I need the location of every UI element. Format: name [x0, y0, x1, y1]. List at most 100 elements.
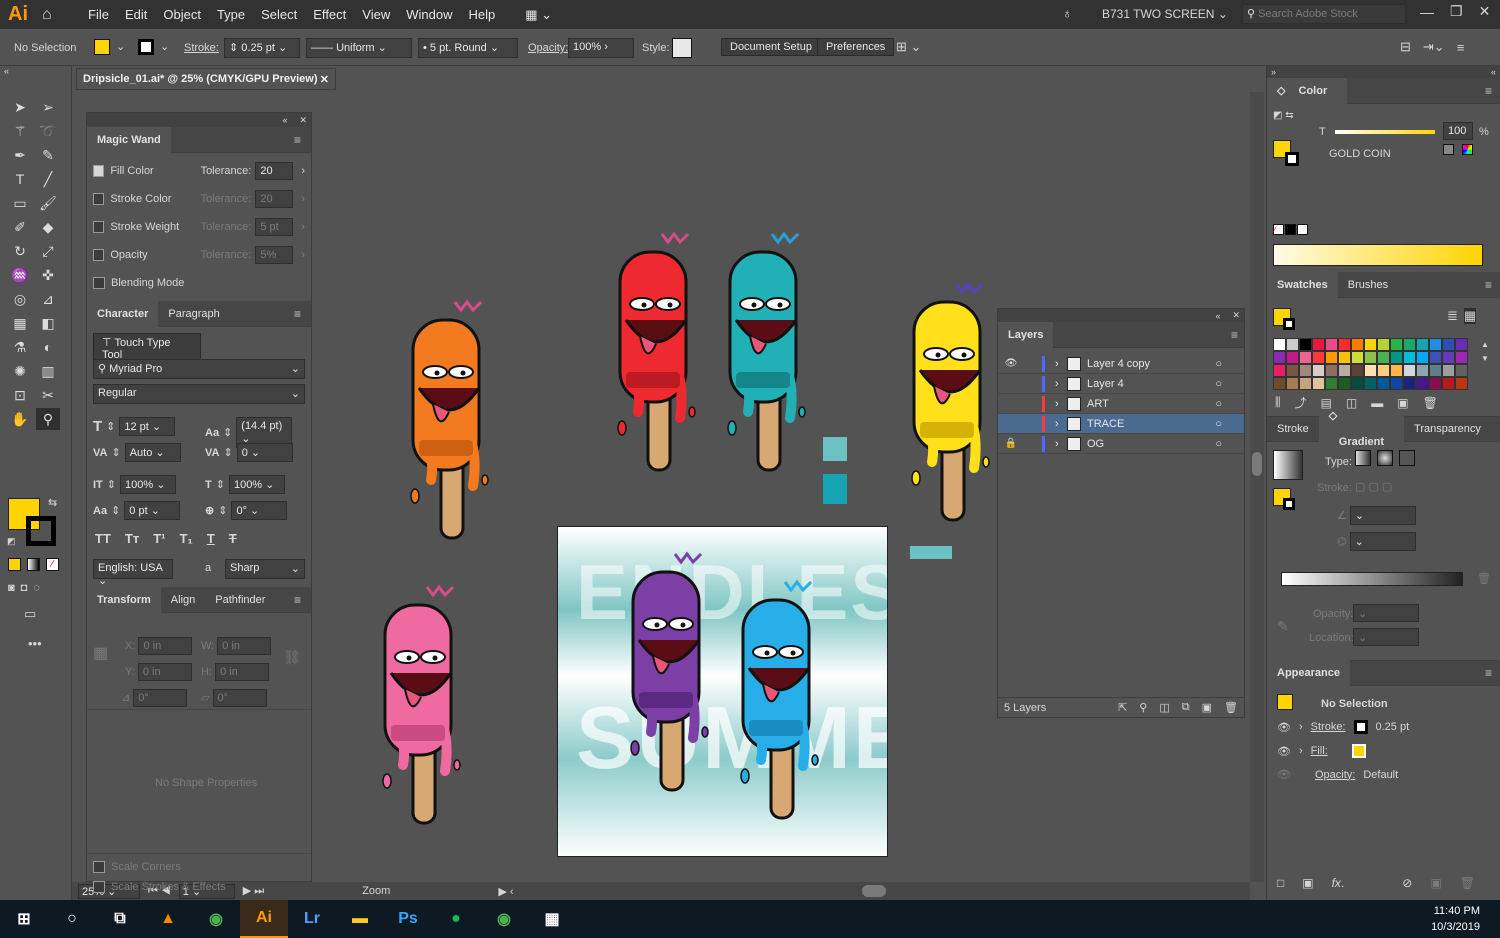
direct-selection-tool-icon[interactable]: ➢ — [36, 96, 60, 118]
swatch[interactable] — [1455, 351, 1468, 364]
swatch[interactable] — [1429, 364, 1442, 377]
swatch[interactable] — [1351, 351, 1364, 364]
chevron-right-icon[interactable]: › — [301, 249, 305, 261]
menu-object[interactable]: Object — [163, 7, 201, 22]
panel-menu-icon[interactable]: ≡ — [1457, 40, 1465, 55]
swatch[interactable] — [1299, 338, 1312, 351]
swatch[interactable] — [1273, 351, 1286, 364]
font-family-select[interactable]: ⚲ Myriad Pro ⌄ — [93, 359, 305, 379]
shape-builder-tool-icon[interactable]: ◎ — [8, 288, 32, 310]
tab-pathfinder[interactable]: Pathfinder — [205, 587, 275, 613]
layer-name[interactable]: Layer 4 — [1087, 378, 1197, 390]
font-size-field[interactable]: T ⇕ 12 pt ⌄ — [93, 417, 176, 436]
none-mode-icon[interactable]: ⁄ — [46, 558, 59, 571]
lasso-tool-icon[interactable]: ➰ — [36, 120, 60, 142]
gradient-stroke-options[interactable]: ▢ ▢ ▢ — [1355, 480, 1392, 493]
swatch[interactable] — [1312, 338, 1325, 351]
tab-transparency[interactable]: Transparency — [1404, 416, 1491, 442]
swatch[interactable] — [1455, 377, 1468, 390]
eraser-tool-icon[interactable]: ◆ — [36, 216, 60, 238]
distribute-icon[interactable]: ⇥⌄ — [1423, 39, 1445, 55]
rotate-field[interactable]: ⊿ 0° — [121, 689, 188, 707]
horizontal-scroll-thumb[interactable] — [861, 885, 886, 897]
baseline-shift-field[interactable]: Aa ⇕ 0 pt ⌄ — [93, 501, 181, 520]
close-icon[interactable]: ✕ — [320, 73, 329, 86]
linear-gradient-icon[interactable] — [1355, 450, 1371, 466]
black-swatch[interactable] — [1285, 224, 1296, 235]
swatch[interactable] — [1299, 377, 1312, 390]
preferences-button[interactable]: Preferences — [817, 38, 895, 56]
maximize-icon[interactable]: ❐ — [1450, 3, 1463, 20]
stroke-label[interactable]: Stroke: — [184, 42, 219, 54]
panel-menu-icon[interactable]: ≡ — [1491, 416, 1500, 442]
close-icon[interactable]: ✕ — [1232, 310, 1240, 321]
draw-behind-icon[interactable]: ◘ — [21, 582, 28, 594]
swatch[interactable] — [1351, 338, 1364, 351]
swatch[interactable] — [1286, 377, 1299, 390]
default-colors-icon[interactable]: ◩ — [7, 536, 16, 547]
pen-tool-icon[interactable]: ✒ — [8, 144, 32, 166]
chevron-right-icon[interactable]: › — [301, 165, 305, 177]
add-stroke-icon[interactable]: □ — [1277, 876, 1284, 890]
tab-align[interactable]: Align — [161, 587, 205, 613]
lightroom-icon[interactable]: Lr — [288, 900, 336, 938]
delete-stop-icon[interactable]: 🗑 — [1477, 572, 1491, 585]
gradient-slider[interactable] — [1281, 572, 1463, 586]
menu-effect[interactable]: Effect — [313, 7, 346, 22]
swatch[interactable] — [1377, 351, 1390, 364]
freeform-gradient-icon[interactable] — [1399, 450, 1415, 466]
stroke-attr-label[interactable]: Stroke: — [1311, 721, 1346, 733]
swatch[interactable] — [1442, 351, 1455, 364]
tolerance-field[interactable]: 20 — [255, 190, 294, 208]
swatch[interactable] — [1364, 364, 1377, 377]
stroke-color-box[interactable] — [1283, 318, 1295, 330]
tab-paragraph[interactable]: Paragraph — [158, 301, 229, 327]
collapse-icon[interactable]: « — [1215, 311, 1220, 321]
swatch[interactable] — [1416, 338, 1429, 351]
opacity-label[interactable]: Opacity: — [528, 42, 568, 54]
task-view-icon[interactable]: ⧉ — [96, 900, 144, 938]
add-effect-icon[interactable]: fx. — [1332, 876, 1345, 890]
rectangle-tool-icon[interactable]: ▭ — [8, 192, 32, 214]
layer-name[interactable]: TRACE — [1087, 418, 1197, 430]
line-tool-icon[interactable]: ╱ — [36, 168, 60, 190]
scale-tool-icon[interactable]: ⤢ — [36, 240, 60, 262]
delete-icon[interactable]: 🗑 — [1460, 876, 1475, 890]
color-title[interactable]: ◇ Color — [1267, 77, 1348, 104]
appearance-fill-row[interactable]: 👁 › Fill: — [1277, 744, 1487, 758]
swatch[interactable] — [1403, 338, 1416, 351]
mesh-tool-icon[interactable]: ▦ — [8, 312, 32, 334]
tolerance-field[interactable]: 5 pt — [255, 218, 294, 236]
swatch[interactable] — [1325, 364, 1338, 377]
target-icon[interactable]: ○ — [1215, 398, 1222, 410]
expand-icon[interactable]: « — [1491, 67, 1496, 77]
swatch[interactable] — [1364, 377, 1377, 390]
swatch[interactable] — [1403, 377, 1416, 390]
teal-swatch-rect[interactable] — [910, 546, 952, 559]
graphic-style-swatch[interactable] — [672, 38, 692, 58]
blend-tool-icon[interactable]: ◐ — [36, 336, 60, 358]
list-view-icon[interactable]: ≣ — [1447, 308, 1458, 324]
swatch[interactable] — [1403, 351, 1416, 364]
fill-swatch[interactable] — [94, 39, 110, 55]
collapse-icon[interactable]: « — [4, 66, 9, 76]
swatch[interactable] — [1286, 338, 1299, 351]
symbol-sprayer-tool-icon[interactable]: ✺ — [8, 360, 32, 382]
export-icon[interactable]: ⇱ — [1118, 701, 1127, 714]
tab-brushes[interactable]: Brushes — [1338, 272, 1398, 298]
swatch[interactable] — [1351, 364, 1364, 377]
swatch[interactable] — [1273, 338, 1286, 351]
chrome-icon[interactable]: ◉ — [192, 900, 240, 938]
variable-width-profile[interactable]: —— Uniform ⌄ — [306, 38, 412, 58]
anti-alias-select[interactable]: Sharp ⌄ — [225, 559, 305, 579]
tab-transform[interactable]: Transform — [87, 586, 161, 613]
curvature-tool-icon[interactable]: ✎ — [36, 144, 60, 166]
stroke-color-box[interactable] — [26, 516, 56, 546]
default-colors-icon[interactable]: ◩ ⇆ — [1273, 110, 1294, 121]
teal-swatch-rect[interactable] — [823, 474, 847, 504]
gradient-location-field[interactable]: ⌄ — [1353, 628, 1419, 646]
magic-wand-tool-icon[interactable]: ⚚ — [8, 120, 32, 142]
swatch[interactable] — [1273, 364, 1286, 377]
gradient-tool-icon[interactable]: ◧ — [36, 312, 60, 334]
checkbox[interactable] — [93, 165, 105, 177]
